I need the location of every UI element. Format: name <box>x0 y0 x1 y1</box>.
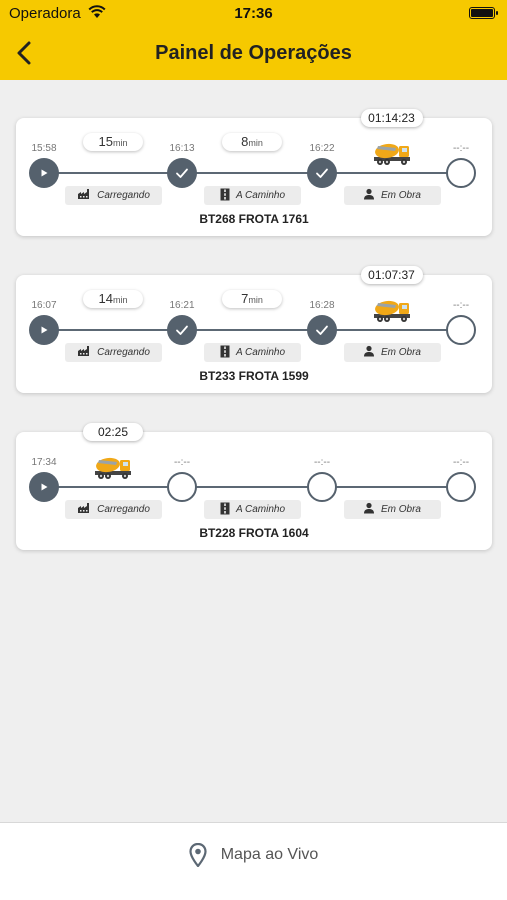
status-node <box>29 315 59 345</box>
page-title: Painel de Operações <box>155 42 352 64</box>
status-node <box>29 158 59 188</box>
node-time: 16:13 <box>169 143 195 154</box>
node-time: --:-- <box>452 143 470 154</box>
play-icon <box>38 324 50 336</box>
factory-icon <box>77 345 91 360</box>
stage-text: A Caminho <box>235 190 286 201</box>
node-time: --:-- <box>452 300 470 311</box>
status-node <box>307 158 337 188</box>
navigation-bar: Painel de Operações <box>0 28 507 80</box>
mixer-truck-icon <box>372 297 412 325</box>
progress-track <box>45 486 463 488</box>
node-time: 16:22 <box>309 143 335 154</box>
operation-card[interactable]: 16:07 16:21 16:28 --:-- 14min 7min 01:07:37 Car… <box>16 266 492 393</box>
stage-text: A Caminho <box>235 347 286 358</box>
factory-icon <box>77 188 91 203</box>
status-node <box>167 315 197 345</box>
duration-badge: 14min <box>83 290 143 308</box>
stage-label: Em Obra <box>343 500 441 519</box>
bottom-bar: Mapa ao Vivo <box>0 822 507 900</box>
elapsed-timer: 01:07:37 <box>360 266 423 284</box>
status-node <box>167 158 197 188</box>
stage-text: Carregando <box>97 504 150 515</box>
stage-label: Carregando <box>65 500 162 519</box>
vehicle-plate: BT228 FROTA 1604 <box>199 526 309 540</box>
elapsed-timer: 01:14:23 <box>360 109 423 127</box>
stage-label: Carregando <box>65 186 162 205</box>
operation-card[interactable]: 17:34 --:-- --:-- --:-- 02:25 Carregando A Cam… <box>16 423 492 550</box>
duration-badge: 15min <box>83 133 143 151</box>
status-node <box>307 472 337 502</box>
stage-text: Em Obra <box>380 504 421 515</box>
live-map-button[interactable]: Mapa ao Vivo <box>0 841 507 869</box>
status-node <box>167 472 197 502</box>
factory-icon <box>77 502 91 517</box>
duration-unit: min <box>248 138 263 148</box>
stage-label: Em Obra <box>343 186 441 205</box>
play-icon <box>38 167 50 179</box>
node-time: 16:21 <box>169 300 195 311</box>
node-time: 17:34 <box>31 457 57 468</box>
duration-badge: 7min <box>222 290 282 308</box>
stage-text: A Caminho <box>235 504 286 515</box>
duration-unit: min <box>112 138 128 148</box>
node-time: 16:28 <box>309 300 335 311</box>
status-node <box>446 472 476 502</box>
stage-text: Carregando <box>97 190 150 201</box>
stage-label: Em Obra <box>343 343 441 362</box>
battery-icon <box>469 7 498 19</box>
location-pin-icon <box>189 843 207 867</box>
duration-unit: min <box>112 295 128 305</box>
status-bar: Operadora 17:36 <box>0 0 507 28</box>
road-icon <box>220 345 230 361</box>
stage-text: Em Obra <box>380 190 421 201</box>
check-icon <box>315 324 329 336</box>
mixer-truck-icon <box>93 454 133 482</box>
check-icon <box>175 324 189 336</box>
node-time: 15:58 <box>31 143 57 154</box>
worker-icon <box>363 345 375 360</box>
road-icon <box>220 188 230 204</box>
stage-label: A Caminho <box>204 500 301 519</box>
stage-label: A Caminho <box>204 186 301 205</box>
node-time: 16:07 <box>31 300 57 311</box>
live-map-label: Mapa ao Vivo <box>220 846 319 863</box>
duration-badge: 8min <box>222 133 282 151</box>
status-node <box>446 315 476 345</box>
stage-label: Carregando <box>65 343 162 362</box>
operation-card[interactable]: 15:58 16:13 16:22 --:-- 15min 8min 01:14:23 Car… <box>16 109 492 236</box>
play-icon <box>38 481 50 493</box>
stage-label: A Caminho <box>204 343 301 362</box>
worker-icon <box>363 188 375 203</box>
vehicle-plate: BT233 FROTA 1599 <box>199 369 309 383</box>
status-node <box>446 158 476 188</box>
node-time: --:-- <box>313 457 331 468</box>
stage-text: Em Obra <box>380 347 421 358</box>
duration-value: 15 <box>98 134 113 149</box>
node-time: --:-- <box>452 457 470 468</box>
check-icon <box>175 167 189 179</box>
road-icon <box>220 502 230 518</box>
status-node <box>29 472 59 502</box>
clock-label: 17:36 <box>234 5 273 22</box>
node-time: --:-- <box>173 457 191 468</box>
worker-icon <box>363 502 375 517</box>
progress-track <box>45 329 463 331</box>
mixer-truck-icon <box>372 140 412 168</box>
stage-text: Carregando <box>97 347 150 358</box>
vehicle-plate: BT268 FROTA 1761 <box>199 212 309 226</box>
status-node <box>307 315 337 345</box>
progress-track <box>45 172 463 174</box>
duration-value: 14 <box>98 291 113 306</box>
duration-unit: min <box>248 295 263 305</box>
check-icon <box>315 167 329 179</box>
elapsed-timer: 02:25 <box>83 423 143 441</box>
